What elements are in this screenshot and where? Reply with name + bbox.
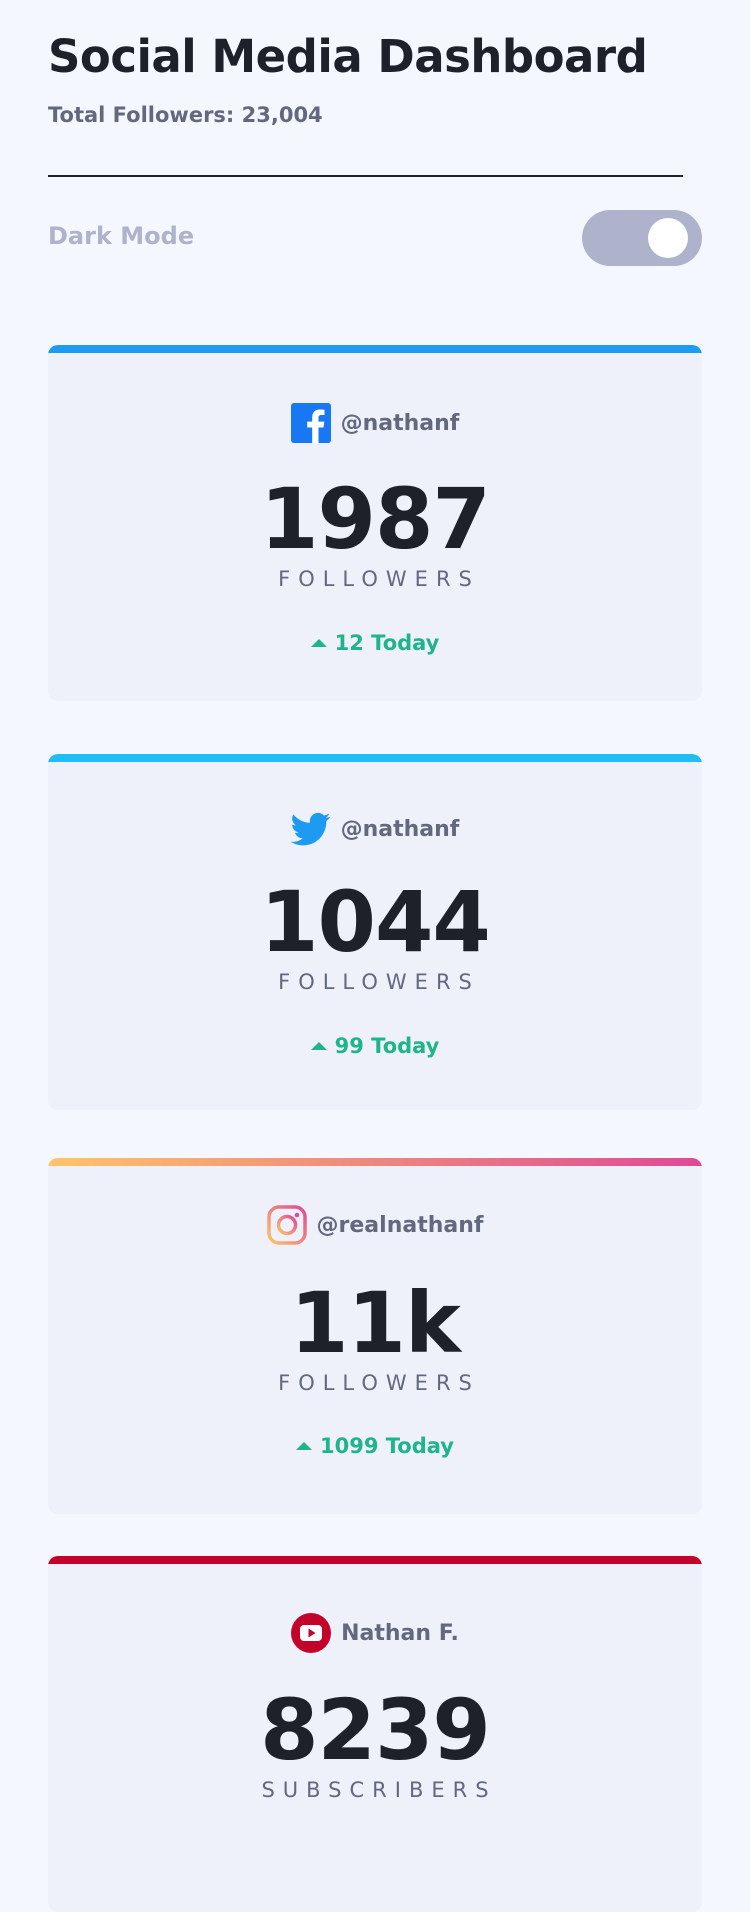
follower-count: 1987 xyxy=(260,470,491,568)
facebook-icon xyxy=(290,403,331,443)
subscriber-count: 8239 xyxy=(260,1681,491,1779)
count-label: SUBSCRIBERS xyxy=(261,1778,497,1802)
toggle-knob[interactable] xyxy=(648,218,688,258)
instagram-accent-bar xyxy=(48,1158,702,1166)
facebook-card[interactable]: @nathanf 1987 FOLLOWERS 12 Today xyxy=(48,345,702,701)
today-change: 99 Today xyxy=(48,1034,702,1058)
handle-text: @realnathanf xyxy=(316,1212,484,1238)
dark-mode-toggle[interactable] xyxy=(582,210,702,266)
instagram-card[interactable]: @realnathanf 11k FOLLOWERS 1099 Today xyxy=(48,1158,702,1514)
count-label: FOLLOWERS xyxy=(278,567,480,591)
today-change: 12 Today xyxy=(48,631,702,655)
today-change: 1099 Today xyxy=(48,1434,702,1458)
twitter-icon xyxy=(290,809,331,849)
card-handle: @nathanf xyxy=(48,809,702,849)
twitter-accent-bar xyxy=(48,754,702,762)
today-change-text: 12 Today xyxy=(334,631,440,655)
dark-mode-label: Dark Mode xyxy=(48,222,195,250)
follower-count: 11k xyxy=(290,1274,461,1372)
arrow-up-icon xyxy=(296,1442,313,1450)
follower-count: 1044 xyxy=(260,873,491,971)
today-change-text: 1099 Today xyxy=(320,1434,454,1458)
youtube-card[interactable]: Nathan F. 8239 SUBSCRIBERS xyxy=(48,1556,702,1912)
handle-text: @nathanf xyxy=(340,816,460,842)
handle-text: Nathan F. xyxy=(341,1620,459,1646)
count-label: FOLLOWERS xyxy=(278,970,480,994)
handle-text: @nathanf xyxy=(340,410,460,436)
instagram-icon xyxy=(266,1205,307,1245)
card-handle: @realnathanf xyxy=(48,1205,702,1245)
total-followers: Total Followers: 23,004 xyxy=(48,103,323,127)
page-title: Social Media Dashboard xyxy=(48,30,648,83)
count-label: FOLLOWERS xyxy=(278,1371,480,1395)
twitter-card[interactable]: @nathanf 1044 FOLLOWERS 99 Today xyxy=(48,754,702,1110)
arrow-up-icon xyxy=(310,639,327,647)
arrow-up-icon xyxy=(310,1042,327,1050)
today-change-text: 99 Today xyxy=(334,1034,440,1058)
card-handle: Nathan F. xyxy=(48,1613,702,1653)
facebook-accent-bar xyxy=(48,345,702,353)
card-handle: @nathanf xyxy=(48,403,702,443)
youtube-icon xyxy=(291,1613,332,1653)
youtube-accent-bar xyxy=(48,1556,702,1564)
header-divider xyxy=(48,175,683,177)
